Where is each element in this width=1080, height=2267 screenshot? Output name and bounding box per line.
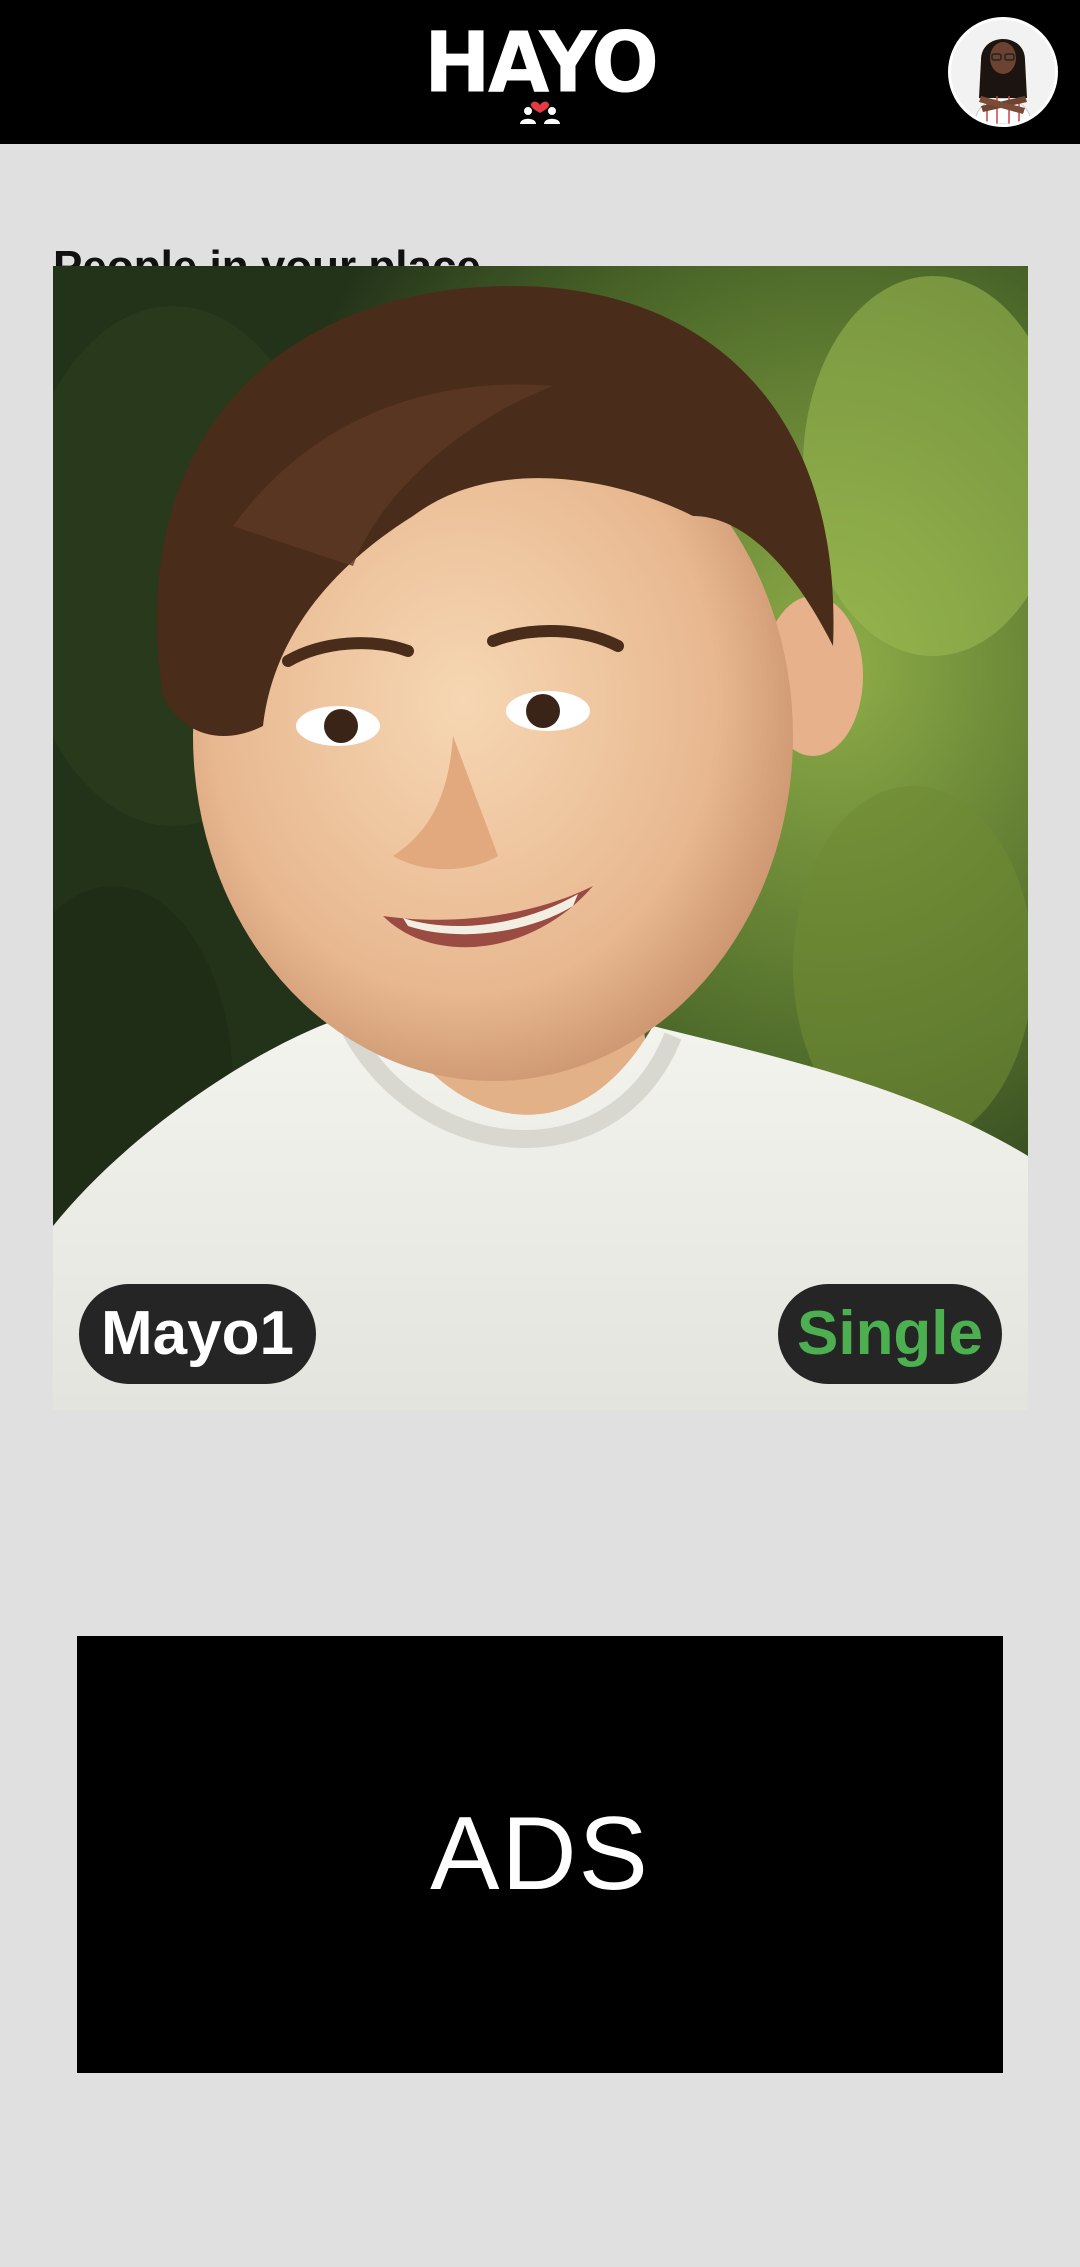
- profile-card[interactable]: Mayo1 Single: [53, 266, 1028, 1410]
- profile-name-badge: Mayo1: [79, 1284, 316, 1384]
- user-avatar[interactable]: [948, 17, 1058, 127]
- ads-banner[interactable]: ADS: [77, 1636, 1003, 2073]
- profile-photo: [53, 266, 1028, 1410]
- two-people-heart-icon: [520, 101, 560, 124]
- user-avatar-icon: [951, 20, 1055, 124]
- relationship-status-badge: Single: [778, 1284, 1002, 1384]
- app-header: HAYO: [0, 0, 1080, 144]
- hayo-logo[interactable]: HAYO: [420, 15, 660, 128]
